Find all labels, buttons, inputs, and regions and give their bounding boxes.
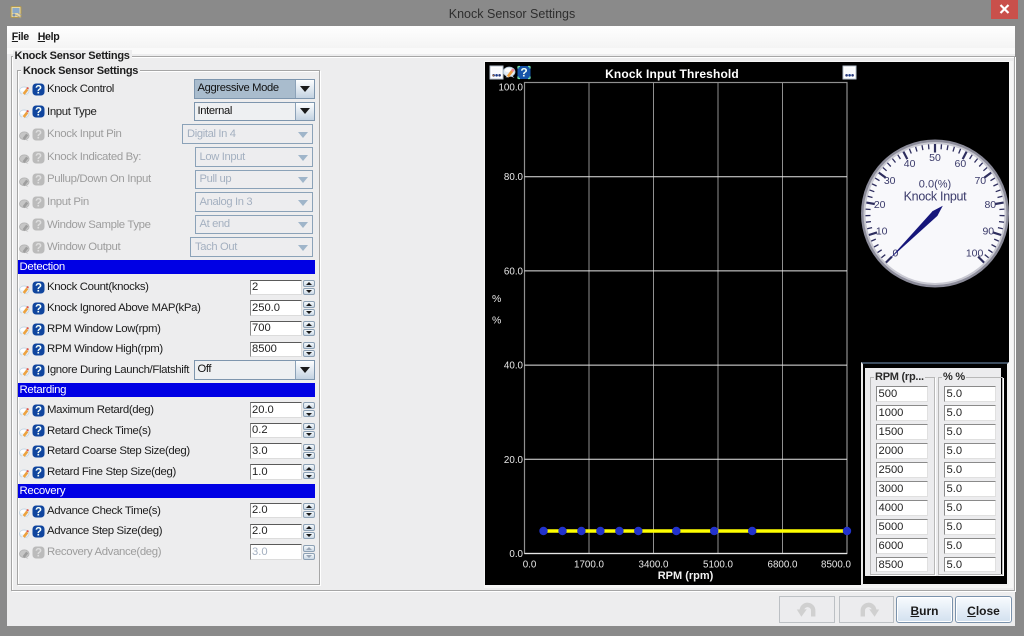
svg-text:?: ? [35,220,42,231]
svg-text:?: ? [35,547,42,558]
svg-text:?: ? [35,130,42,141]
svg-text:3400.0: 3400.0 [639,560,670,571]
svg-text:20.0: 20.0 [504,455,524,466]
svg-text:90: 90 [982,225,994,237]
svg-text:5100.0: 5100.0 [703,560,734,571]
svg-text:10: 10 [876,225,888,237]
svg-text:Knock Input: Knock Input [904,190,968,204]
svg-text:40.0: 40.0 [504,361,524,372]
svg-text:%: % [492,293,501,305]
svg-text:0.0: 0.0 [523,560,537,571]
svg-text:?: ? [35,527,42,538]
svg-text:?: ? [35,506,42,517]
svg-text:30: 30 [884,175,896,187]
svg-text:100: 100 [966,248,984,260]
svg-text:50: 50 [929,152,941,164]
svg-text:?: ? [35,84,42,95]
svg-text:8500.0: 8500.0 [821,560,852,571]
svg-text:?: ? [35,107,42,118]
svg-text:?: ? [520,66,527,80]
svg-text:60: 60 [955,158,967,170]
svg-text:?: ? [35,365,42,376]
svg-text:?: ? [35,467,42,478]
svg-text:20: 20 [874,199,886,211]
svg-text:?: ? [35,324,42,335]
svg-text:Knock Input Threshold: Knock Input Threshold [605,67,739,81]
svg-text:?: ? [35,447,42,458]
svg-text:40: 40 [904,158,916,170]
svg-text:?: ? [35,345,42,356]
svg-text:?: ? [35,405,42,416]
svg-text:?: ? [35,175,42,186]
svg-text:60.0: 60.0 [504,266,524,277]
svg-text:?: ? [35,426,42,437]
svg-text:?: ? [35,303,42,314]
svg-text:RPM (rpm): RPM (rpm) [658,570,714,582]
svg-text:?: ? [35,243,42,254]
svg-text:6800.0: 6800.0 [768,560,799,571]
svg-text:100.0: 100.0 [498,83,523,94]
svg-text:1700.0: 1700.0 [574,560,605,571]
svg-text:?: ? [35,197,42,208]
svg-text:?: ? [35,283,42,294]
svg-text:?: ? [35,152,42,163]
svg-text:%: % [492,315,501,327]
svg-text:0.0: 0.0 [509,549,523,560]
svg-text:80: 80 [984,199,996,211]
svg-text:80.0: 80.0 [504,172,524,183]
svg-text:70: 70 [974,175,986,187]
